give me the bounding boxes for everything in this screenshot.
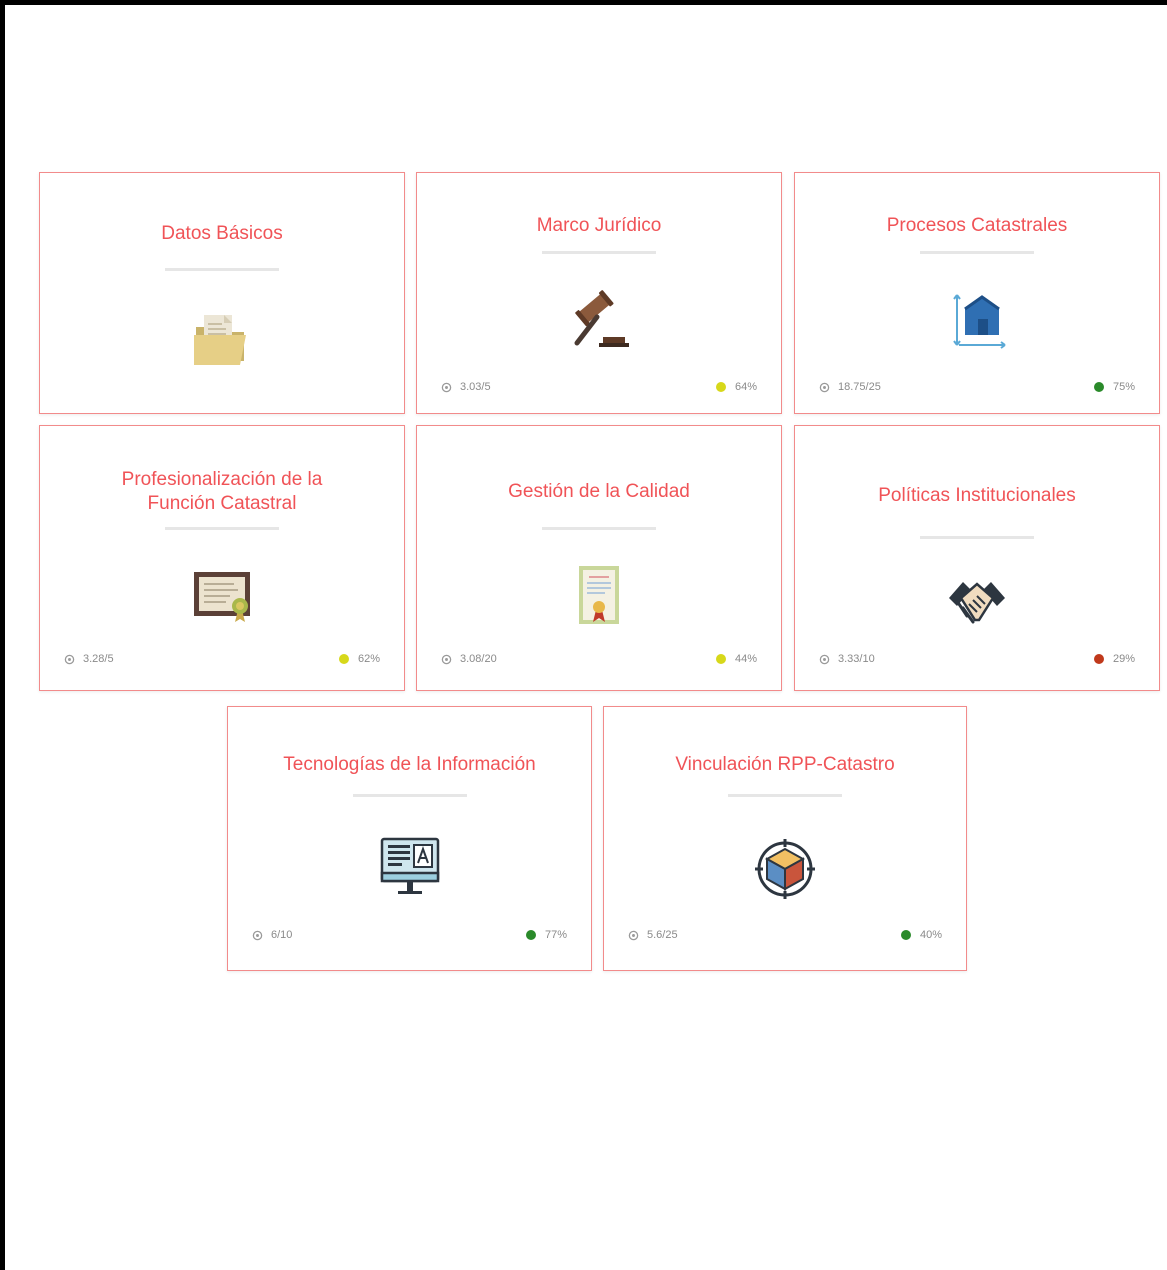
card-title: Políticas Institucionales [878,485,1076,506]
score: 18.75/25 [819,381,881,393]
title-divider [728,794,842,797]
completion-percent: 64% [734,381,757,393]
score-value: 3.03/5 [460,381,491,393]
title-divider [920,251,1034,254]
status-dot [1093,382,1104,392]
completion-percent: 29% [1112,653,1135,665]
score-value: 18.75/25 [838,381,881,393]
completion: 62% [338,653,380,665]
card-title: Tecnologías de la Información [283,754,536,775]
title-divider [920,536,1034,539]
target-icon [441,654,452,664]
status-dot [338,654,349,664]
card-title: Gestión de la Calidad [508,481,690,502]
completion: 77% [525,929,567,941]
diploma-icon [190,564,254,628]
card-profesionalizacion[interactable]: Profesionalización de la Función Catastr… [39,425,405,691]
title-divider [352,794,467,797]
card-datos-basicos[interactable]: Datos Básicos [39,172,405,414]
completion-percent: 77% [544,929,567,941]
completion-percent: 75% [1112,381,1135,393]
card-gestion-calidad[interactable]: Gestión de la Calidad 3.08/20 44% [416,425,782,691]
handshake-icon [945,568,1009,632]
card-title: Marco Jurídico [536,215,662,236]
house-blueprint-icon [945,287,1009,351]
score-value: 3.28/5 [83,653,114,665]
card-marco-juridico[interactable]: Marco Jurídico 3.03/5 64% [416,172,782,414]
score: 3.28/5 [64,653,114,665]
score: 5.6/25 [628,929,678,941]
completion: 29% [1093,653,1135,665]
target-icon [819,654,830,664]
card-vinculacion-rpp-catastro[interactable]: Vinculación RPP-Catastro 5.6/25 40% [603,706,967,971]
target-icon [64,654,75,664]
title-divider [542,527,656,530]
card-tecnologias-informacion[interactable]: Tecnologías de la Información 6/10 77% [227,706,592,971]
card-procesos-catastrales[interactable]: Procesos Catastrales 18.75/25 75% [794,172,1160,414]
title-divider [165,268,279,271]
card-title: Profesionalización de la Función Catastr… [121,469,323,514]
status-dot [1093,654,1104,664]
score: 3.08/20 [441,653,497,665]
completion: 64% [715,381,757,393]
completion-percent: 40% [919,929,942,941]
certificate-icon [567,564,631,628]
page-frame: Datos Básicos Marco Jurídico 3.03/5 64% … [0,0,1167,1270]
status-dot [715,654,726,664]
completion: 75% [1093,381,1135,393]
gavel-icon [567,287,631,351]
completion-percent: 44% [734,653,757,665]
title-divider [165,527,279,530]
folder-icon [190,307,254,371]
score: 3.33/10 [819,653,875,665]
computer-monitor-icon [378,835,442,899]
title-divider [542,251,656,254]
score-value: 3.33/10 [838,653,875,665]
score-value: 6/10 [271,929,293,941]
score-value: 3.08/20 [460,653,497,665]
card-title: Vinculación RPP-Catastro [675,754,895,775]
cube-target-icon [753,837,817,901]
score: 3.03/5 [441,381,491,393]
card-politicas-institucionales[interactable]: Políticas Institucionales 3.33/10 29% [794,425,1160,691]
status-dot [525,930,536,940]
score-value: 5.6/25 [647,929,678,941]
completion: 40% [900,929,942,941]
card-title: Procesos Catastrales [886,215,1068,236]
target-icon [441,382,452,392]
status-dot [900,930,911,940]
completion-percent: 62% [357,653,380,665]
status-dot [715,382,726,392]
score: 6/10 [252,929,292,941]
target-icon [628,930,639,940]
target-icon [819,382,830,392]
completion: 44% [715,653,757,665]
card-title: Datos Básicos [161,223,283,244]
target-icon [252,930,263,940]
